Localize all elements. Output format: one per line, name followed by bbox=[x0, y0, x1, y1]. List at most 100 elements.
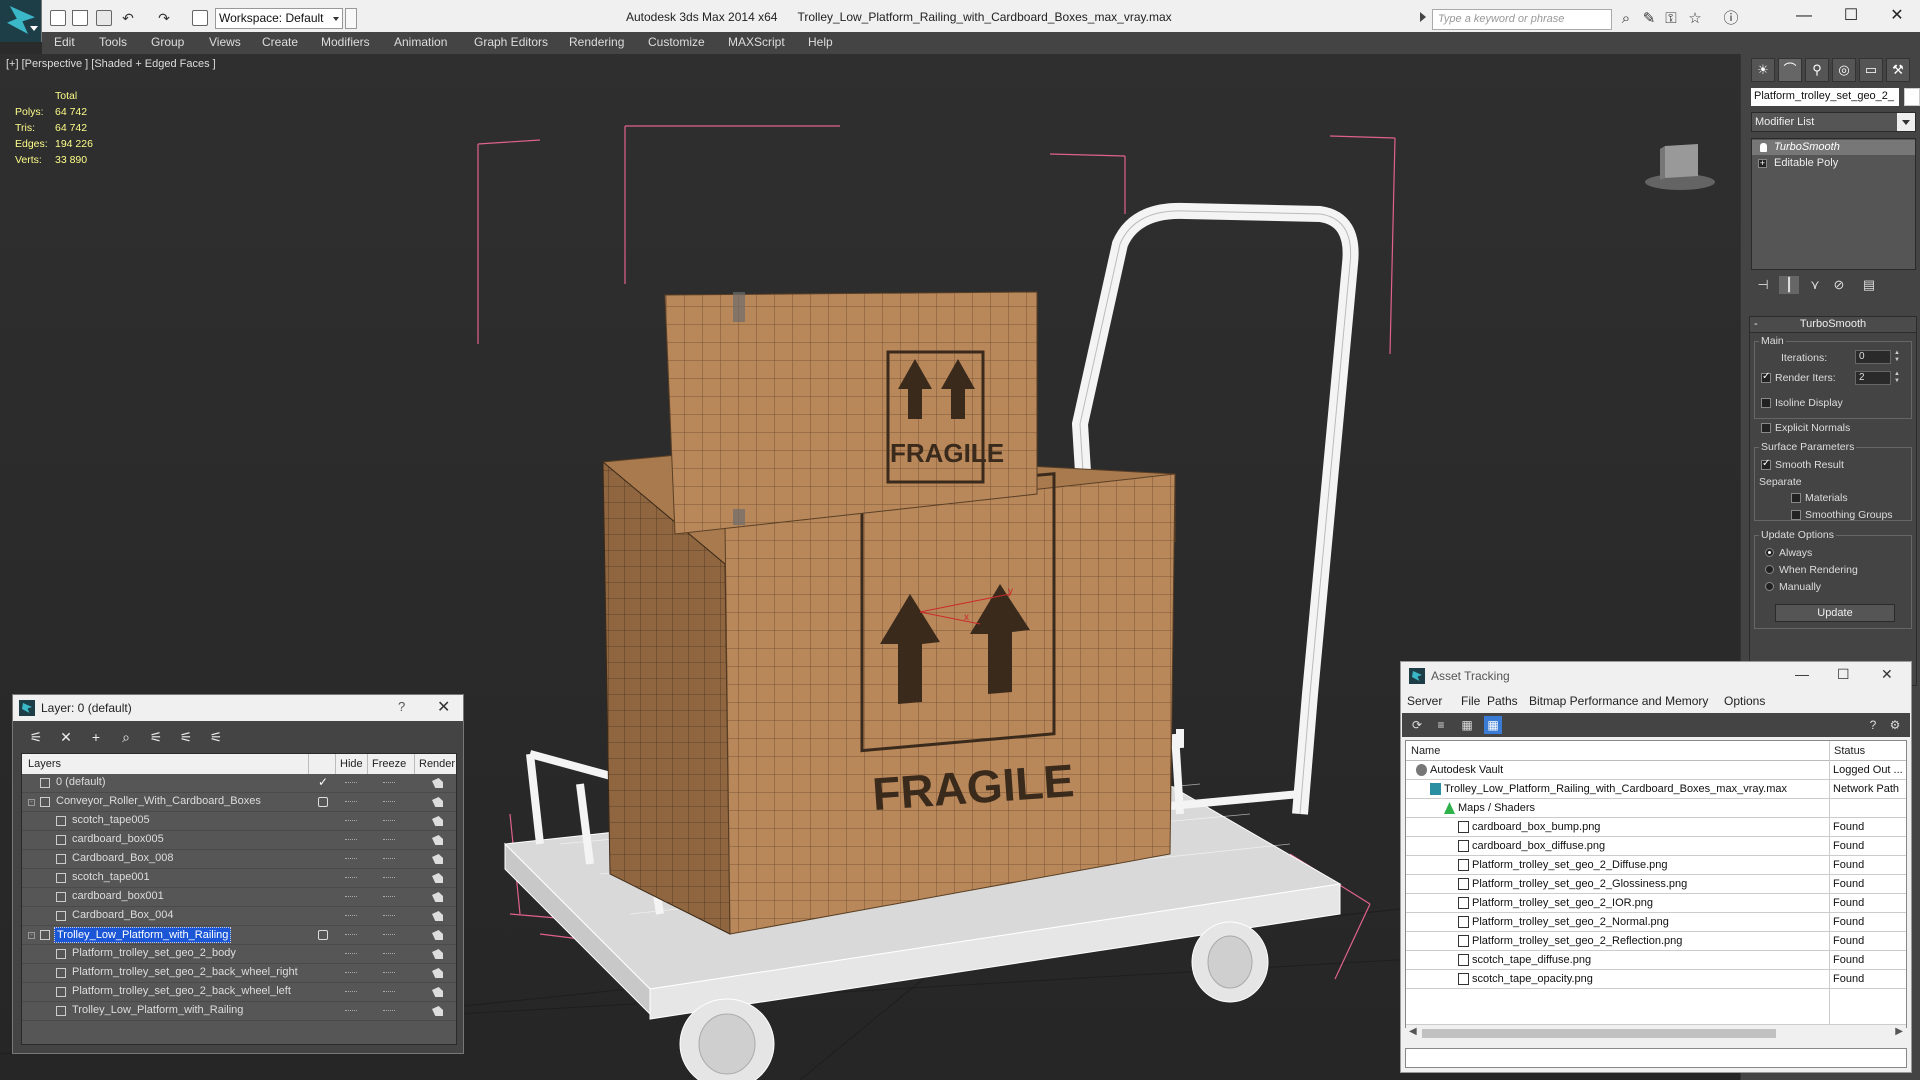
layer-row-name[interactable]: Platform_trolley_set_geo_2_body bbox=[70, 946, 238, 962]
render-teapot-icon[interactable] bbox=[432, 873, 443, 883]
menu-create[interactable]: Create bbox=[262, 35, 298, 49]
collapse-icon[interactable]: - bbox=[28, 932, 35, 939]
motion-tab-icon[interactable]: ◎ bbox=[1832, 58, 1856, 82]
configure-sets-icon[interactable]: ▤ bbox=[1859, 276, 1879, 294]
spinner-arrows-icon[interactable]: ▲ ▼ bbox=[1893, 350, 1901, 364]
render-teapot-icon[interactable] bbox=[432, 854, 443, 864]
layer-row-name[interactable]: Platform_trolley_set_geo_2_back_wheel_ri… bbox=[70, 965, 300, 981]
redo-icon[interactable]: ↷ bbox=[156, 10, 172, 26]
asset-row[interactable]: Platform_trolley_set_geo_2_Reflection.pn… bbox=[1406, 932, 1906, 951]
asset-row[interactable]: scotch_tape_diffuse.png Found bbox=[1406, 951, 1906, 970]
settings-gear-icon[interactable]: ⚙ bbox=[1886, 716, 1904, 734]
workspace-dropdown[interactable]: Workspace: Default bbox=[215, 8, 343, 29]
close-icon[interactable]: ✕ bbox=[1881, 666, 1893, 683]
freeze-all-layers-icon[interactable]: ⚟ bbox=[205, 727, 227, 747]
delete-layer-icon[interactable]: ✕ bbox=[55, 727, 77, 747]
hide-toggle[interactable] bbox=[345, 972, 357, 974]
expand-plus-icon[interactable]: + bbox=[1758, 159, 1767, 168]
favorites-star-icon[interactable]: ☆ bbox=[1686, 10, 1704, 28]
remove-modifier-icon[interactable]: ⊘ bbox=[1829, 276, 1849, 294]
object-name-field[interactable]: Platform_trolley_set_geo_2_ bbox=[1751, 88, 1899, 106]
help-icon[interactable]: ⓘ bbox=[1722, 10, 1740, 28]
explicit-normals-checkbox[interactable] bbox=[1761, 423, 1771, 433]
iterations-spinner[interactable]: 0 bbox=[1855, 350, 1891, 364]
asset-dialog-titlebar[interactable]: Asset Tracking bbox=[1401, 662, 1911, 690]
hierarchy-tab-icon[interactable]: ⚲ bbox=[1805, 58, 1829, 82]
asset-row[interactable]: Platform_trolley_set_geo_2_Glossiness.pn… bbox=[1406, 875, 1906, 894]
layer-row-name[interactable]: Platform_trolley_set_geo_2_back_wheel_le… bbox=[70, 984, 293, 1000]
hide-toggle[interactable] bbox=[345, 839, 357, 841]
asset-menu-options[interactable]: Options bbox=[1724, 694, 1765, 708]
menu-tools[interactable]: Tools bbox=[99, 35, 127, 49]
layer-row[interactable]: Platform_trolley_set_geo_2_back_wheel_ri… bbox=[22, 964, 456, 983]
freeze-toggle[interactable] bbox=[383, 877, 395, 879]
render-teapot-icon[interactable] bbox=[432, 949, 443, 959]
create-tab-sun-icon[interactable]: ☀ bbox=[1751, 58, 1775, 82]
asset-row[interactable]: Trolley_Low_Platform_Railing_with_Cardbo… bbox=[1406, 780, 1906, 799]
refresh-icon[interactable]: ⟳ bbox=[1408, 716, 1426, 734]
hide-toggle[interactable] bbox=[345, 858, 357, 860]
asset-row[interactable]: Platform_trolley_set_geo_2_Diffuse.png Fo… bbox=[1406, 856, 1906, 875]
render-teapot-icon[interactable] bbox=[432, 778, 443, 788]
render-teapot-icon[interactable] bbox=[432, 987, 443, 997]
layer-row-name[interactable]: Trolley_Low_Platform_with_Railing bbox=[54, 927, 232, 943]
asset-row[interactable]: cardboard_box_bump.png Found bbox=[1406, 818, 1906, 837]
highlight-layer-icon[interactable]: ⚟ bbox=[145, 727, 167, 747]
menu-help[interactable]: Help bbox=[808, 35, 833, 49]
layer-row[interactable]: scotch_tape001 bbox=[22, 869, 456, 888]
layer-row[interactable]: - Trolley_Low_Platform_with_Railing bbox=[22, 926, 456, 945]
render-teapot-icon[interactable] bbox=[432, 892, 443, 902]
hide-toggle[interactable] bbox=[345, 820, 357, 822]
help-icon[interactable]: ? bbox=[1864, 716, 1882, 734]
layer-row-name[interactable]: Cardboard_Box_008 bbox=[70, 851, 176, 867]
asset-menu-bitmap-performance[interactable]: Bitmap Performance and Memory bbox=[1529, 694, 1708, 708]
menu-animation[interactable]: Animation bbox=[394, 35, 447, 49]
lightbulb-icon[interactable] bbox=[1760, 143, 1767, 152]
asset-path-field[interactable] bbox=[1405, 1048, 1907, 1068]
make-unique-icon[interactable]: ⋎ bbox=[1805, 276, 1825, 294]
menu-edit[interactable]: Edit bbox=[54, 35, 75, 49]
thumbnail-view-icon[interactable]: ▦ bbox=[1458, 716, 1476, 734]
freeze-toggle[interactable] bbox=[383, 1010, 395, 1012]
freeze-toggle[interactable] bbox=[383, 972, 395, 974]
isoline-display-checkbox[interactable] bbox=[1761, 398, 1771, 408]
project-folder-icon[interactable] bbox=[192, 10, 208, 26]
minimize-icon[interactable]: — bbox=[1781, 3, 1827, 29]
always-radio[interactable] bbox=[1765, 548, 1774, 557]
column-header-render[interactable]: Render bbox=[419, 758, 455, 770]
hide-toggle[interactable] bbox=[345, 1010, 357, 1012]
scroll-right-icon[interactable]: ▶ bbox=[1895, 1026, 1903, 1037]
menu-graph-editors[interactable]: Graph Editors bbox=[474, 35, 548, 49]
layer-row-name[interactable]: Cardboard_Box_004 bbox=[70, 908, 176, 924]
current-layer-check-icon[interactable]: ✓ bbox=[318, 775, 328, 789]
horizontal-scrollbar[interactable]: ◀ ▶ bbox=[1406, 1024, 1906, 1041]
hide-toggle[interactable] bbox=[345, 991, 357, 993]
list-view-icon[interactable]: ≡ bbox=[1432, 716, 1450, 734]
add-to-layer-icon[interactable]: + bbox=[85, 727, 107, 747]
hide-toggle[interactable] bbox=[345, 801, 357, 803]
open-file-icon[interactable] bbox=[72, 10, 88, 26]
layer-dialog-titlebar[interactable]: Layer: 0 (default) bbox=[13, 695, 463, 721]
menu-group[interactable]: Group bbox=[151, 35, 184, 49]
layer-row[interactable]: scotch_tape005 bbox=[22, 812, 456, 831]
render-teapot-icon[interactable] bbox=[432, 797, 443, 807]
set-current-layer-icon[interactable] bbox=[318, 930, 328, 940]
when-rendering-radio[interactable] bbox=[1765, 565, 1774, 574]
stack-item-turbosmooth[interactable]: TurboSmooth bbox=[1752, 140, 1915, 155]
close-icon[interactable]: ✕ bbox=[1874, 3, 1920, 29]
update-button[interactable]: Update bbox=[1775, 604, 1895, 622]
minimize-icon[interactable]: — bbox=[1795, 666, 1809, 682]
close-icon[interactable]: ✕ bbox=[437, 697, 450, 717]
freeze-toggle[interactable] bbox=[383, 896, 395, 898]
column-header-hide[interactable]: Hide bbox=[340, 758, 363, 770]
save-file-icon[interactable] bbox=[96, 10, 112, 26]
layer-row[interactable]: Trolley_Low_Platform_with_Railing bbox=[22, 1002, 456, 1021]
undo-icon[interactable]: ↶ bbox=[120, 10, 136, 26]
search-input[interactable]: Type a keyword or phrase bbox=[1432, 9, 1612, 30]
maximize-icon[interactable]: ☐ bbox=[1828, 3, 1874, 29]
layer-row-name[interactable]: Trolley_Low_Platform_with_Railing bbox=[70, 1003, 245, 1019]
freeze-toggle[interactable] bbox=[383, 858, 395, 860]
asset-menu-server[interactable]: Server bbox=[1407, 694, 1442, 708]
hide-toggle[interactable] bbox=[345, 934, 357, 936]
layer-row[interactable]: Platform_trolley_set_geo_2_body bbox=[22, 945, 456, 964]
